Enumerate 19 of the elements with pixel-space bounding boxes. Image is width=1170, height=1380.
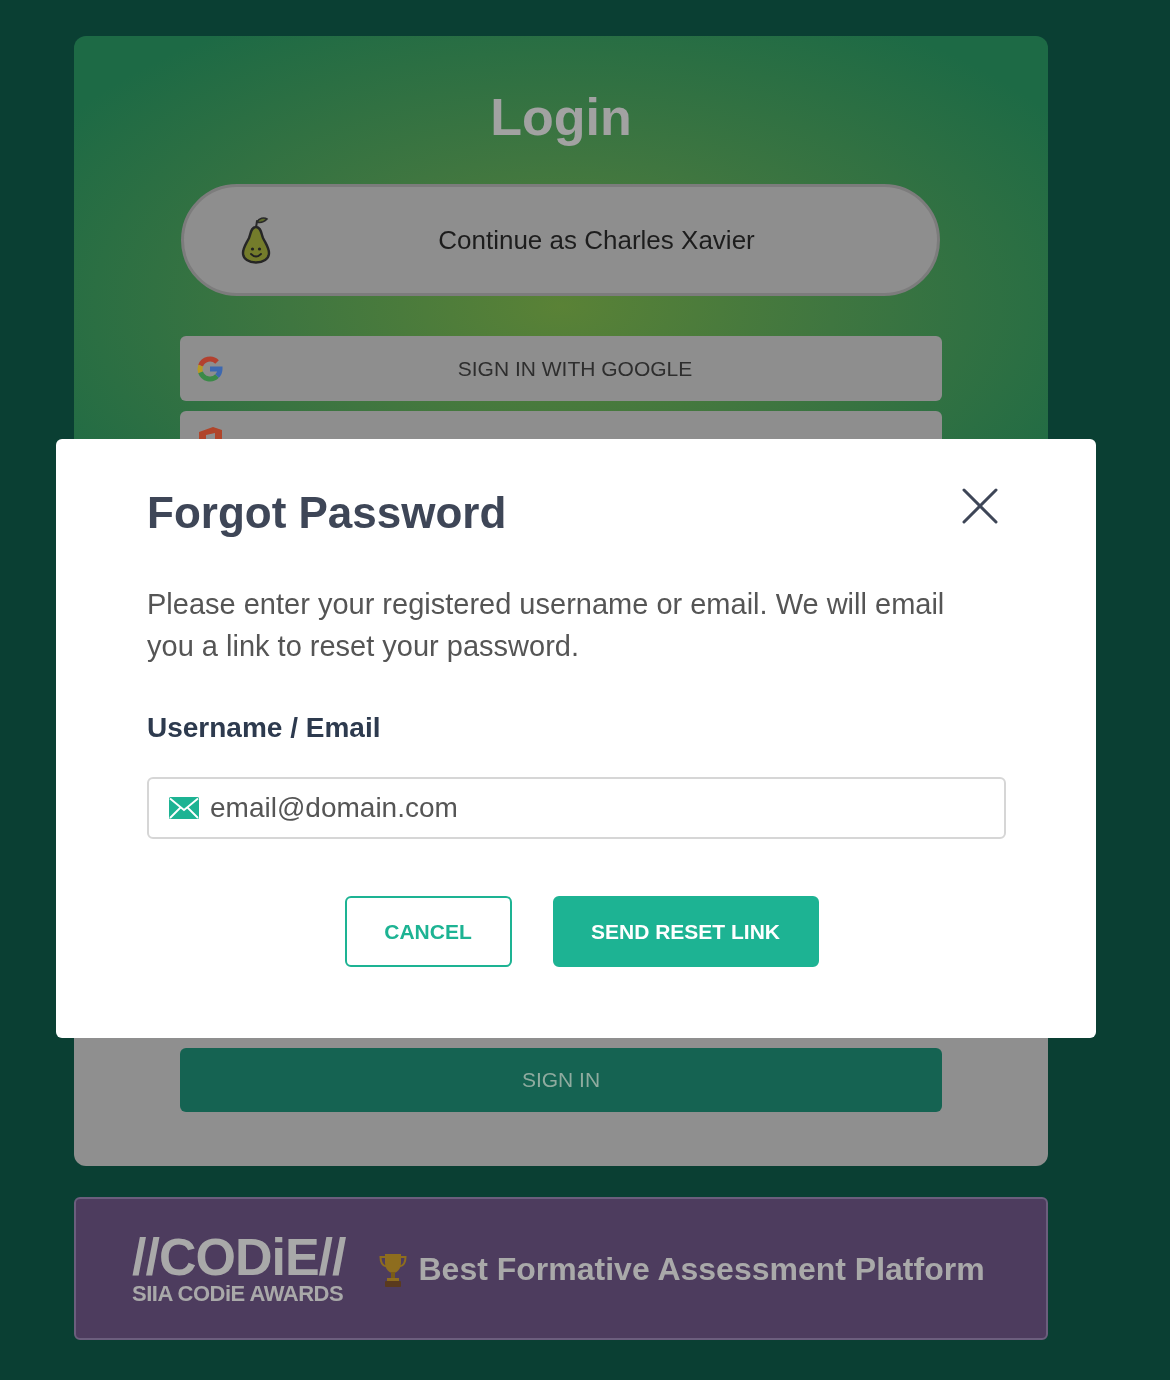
pear-icon bbox=[240, 216, 272, 264]
logo-icon bbox=[196, 427, 224, 439]
login-title: Login bbox=[490, 87, 632, 148]
send-reset-link-button[interactable]: SEND RESET LINK bbox=[552, 896, 819, 967]
close-icon bbox=[962, 488, 998, 524]
close-button[interactable] bbox=[962, 488, 998, 524]
sign-in-button[interactable]: SIGN IN bbox=[180, 1048, 942, 1112]
award-logo-subtitle: SIIA CODiE AWARDS bbox=[132, 1281, 345, 1306]
g-logo-icon bbox=[196, 354, 224, 383]
continue-button[interactable]: Continue as Charles Xavier bbox=[181, 184, 940, 296]
envelope-icon bbox=[169, 797, 199, 819]
dialog-title: Forgot Password bbox=[147, 487, 507, 539]
dialog-description: Please enter your registered username or email. We will email you a link to reset your password. bbox=[147, 587, 946, 664]
cancel-button[interactable]: CANCEL bbox=[344, 896, 512, 967]
email-field[interactable]: email@domain.com bbox=[147, 777, 1006, 839]
award-text: Best Formative Assessment Platform bbox=[418, 1249, 985, 1289]
field-label: Username / Email bbox=[147, 711, 381, 745]
award-logo-title: //CODiE// bbox=[132, 1231, 346, 1282]
google-sign-in-button[interactable]: SIGN IN WITH GOOGLE bbox=[180, 336, 942, 401]
